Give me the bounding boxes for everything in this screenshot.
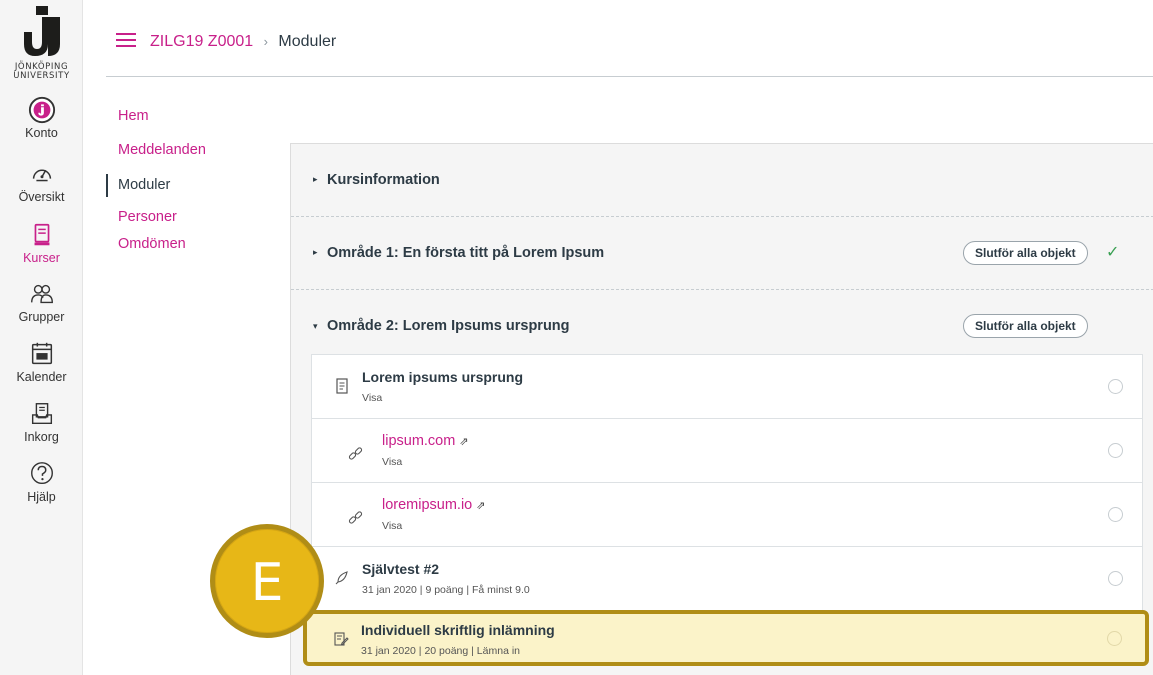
module-header-kursinformation[interactable]: ▸ Kursinformation <box>291 144 1153 217</box>
global-nav-oversikt[interactable]: Översikt <box>0 160 83 205</box>
incomplete-status-circle-icon <box>1108 443 1123 458</box>
module-item-title[interactable]: Lorem ipsums ursprung <box>362 369 523 385</box>
modules-list: ▸ Kursinformation ▸ Område 1: En första … <box>290 143 1153 675</box>
module-item-title[interactable]: Individuell skriftlig inlämning <box>361 622 555 638</box>
module-item-meta: 31 jan 2020 | 20 poäng | Lämna in <box>361 645 520 657</box>
breadcrumb: ZILG19 Z0001 › Moduler <box>150 32 336 52</box>
assignment-icon <box>334 632 349 646</box>
university-logo[interactable]: JÖNKÖPING UNIVERSITY <box>0 0 83 92</box>
breadcrumb-current: Moduler <box>278 33 337 50</box>
module-item[interactable]: lipsum.com ⇗ Visa <box>311 418 1143 483</box>
incomplete-status-circle-icon <box>1108 379 1123 394</box>
requirement-badge: Slutför alla objekt <box>963 241 1088 265</box>
courses-book-icon <box>34 223 49 246</box>
breadcrumb-separator-icon: › <box>263 34 268 49</box>
module-item-meta: Visa <box>382 456 403 468</box>
module-item-title[interactable]: Självtest #2 <box>362 561 439 577</box>
incomplete-status-circle-icon <box>1107 631 1122 646</box>
account-avatar-icon <box>28 96 55 124</box>
global-nav-konto[interactable]: Konto <box>0 96 83 141</box>
page-icon <box>336 378 348 394</box>
external-link-icon: ⇗ <box>476 500 486 512</box>
module-item[interactable]: Lorem ipsums ursprung Visa <box>311 354 1143 419</box>
logo-text: JÖNKÖPING UNIVERSITY <box>13 62 70 81</box>
expanded-arrow-icon: ▾ <box>313 321 318 331</box>
module-item[interactable]: Självtest #2 31 jan 2020 | 9 poäng | Få … <box>311 546 1143 611</box>
annotation-badge: E <box>210 524 324 638</box>
calendar-icon <box>31 342 52 365</box>
module-header-omrade-1[interactable]: ▸ Område 1: En första titt på Lorem Ipsu… <box>291 217 1153 290</box>
course-nav-meddelanden[interactable]: Meddelanden <box>106 140 266 174</box>
completed-check-icon: ✓ <box>1106 244 1120 261</box>
help-question-icon <box>30 462 53 485</box>
course-nav-hem[interactable]: Hem <box>106 106 266 140</box>
external-link-icon: ⇗ <box>459 436 469 448</box>
link-icon <box>348 511 363 524</box>
course-nav-omdomen[interactable]: Omdömen <box>106 234 266 268</box>
page-header: ZILG19 Z0001 › Moduler <box>106 0 1153 77</box>
module-item-meta: 31 jan 2020 | 9 poäng | Få minst 9.0 <box>362 584 530 596</box>
module-item-meta: Visa <box>362 392 383 404</box>
course-nav-personer[interactable]: Personer <box>106 207 266 234</box>
module-item[interactable]: loremipsum.io ⇗ Visa <box>311 482 1143 547</box>
inbox-icon <box>31 403 52 425</box>
incomplete-status-circle-icon <box>1108 571 1123 586</box>
university-logo-mark-icon <box>24 6 60 56</box>
global-nav-kurser[interactable]: Kurser <box>0 221 83 266</box>
module-item-meta: Visa <box>382 520 403 532</box>
course-nav-moduler[interactable]: Moduler <box>106 173 266 197</box>
course-nav: Hem Meddelanden Moduler Personer Omdömen <box>106 106 266 268</box>
groups-people-icon <box>30 284 53 304</box>
global-nav-grupper[interactable]: Grupper <box>0 280 83 325</box>
quiz-rocket-icon <box>335 571 348 585</box>
course-menu-toggle-icon[interactable] <box>116 33 136 47</box>
dashboard-gauge-icon <box>32 169 51 182</box>
collapsed-arrow-icon: ▸ <box>313 247 318 257</box>
module-header-omrade-2[interactable]: ▾ Område 2: Lorem Ipsums ursprung Slutfö… <box>291 290 1153 363</box>
external-link-title[interactable]: loremipsum.io ⇗ <box>382 497 485 513</box>
requirement-badge: Slutför alla objekt <box>963 314 1088 338</box>
incomplete-status-circle-icon <box>1108 507 1123 522</box>
global-nav-inkorg[interactable]: Inkorg <box>0 400 83 445</box>
collapsed-arrow-icon: ▸ <box>313 174 318 184</box>
global-nav-hjalp[interactable]: Hjälp <box>0 460 83 505</box>
app-root: JÖNKÖPING UNIVERSITY Konto Översikt Kurs… <box>0 0 1153 675</box>
global-nav-kalender[interactable]: Kalender <box>0 340 83 385</box>
module-item-highlighted[interactable]: Individuell skriftlig inlämning 31 jan 2… <box>303 610 1149 666</box>
external-link-title[interactable]: lipsum.com ⇗ <box>382 433 469 449</box>
breadcrumb-course-link[interactable]: ZILG19 Z0001 <box>150 33 253 50</box>
link-icon <box>348 447 363 460</box>
global-nav: JÖNKÖPING UNIVERSITY Konto Översikt Kurs… <box>0 0 83 675</box>
